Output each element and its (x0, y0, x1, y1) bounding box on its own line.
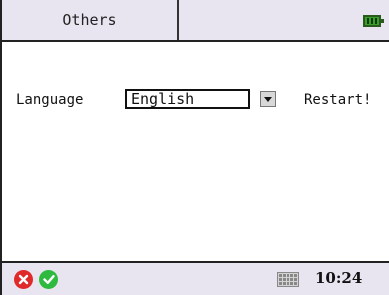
settings-panel: Language English Restart! (2, 42, 389, 261)
title-bar: Others (2, 0, 389, 42)
tab-others-label: Others (62, 11, 117, 29)
restart-notice: Restart! (304, 92, 372, 108)
chevron-down-icon[interactable] (260, 91, 276, 107)
close-circle-icon[interactable] (14, 270, 33, 289)
check-circle-icon[interactable] (39, 270, 58, 289)
status-bar: 10:24 (2, 261, 389, 295)
battery-full-icon (363, 15, 384, 27)
tab-others[interactable]: Others (2, 0, 179, 40)
language-label: Language (16, 92, 84, 108)
language-select-value: English (131, 90, 195, 108)
clock: 10:24 (315, 269, 363, 287)
language-select[interactable]: English (125, 89, 250, 109)
device-screen: Others Language English Restart! 10:24 (0, 0, 389, 295)
keyboard-icon[interactable] (277, 272, 299, 287)
